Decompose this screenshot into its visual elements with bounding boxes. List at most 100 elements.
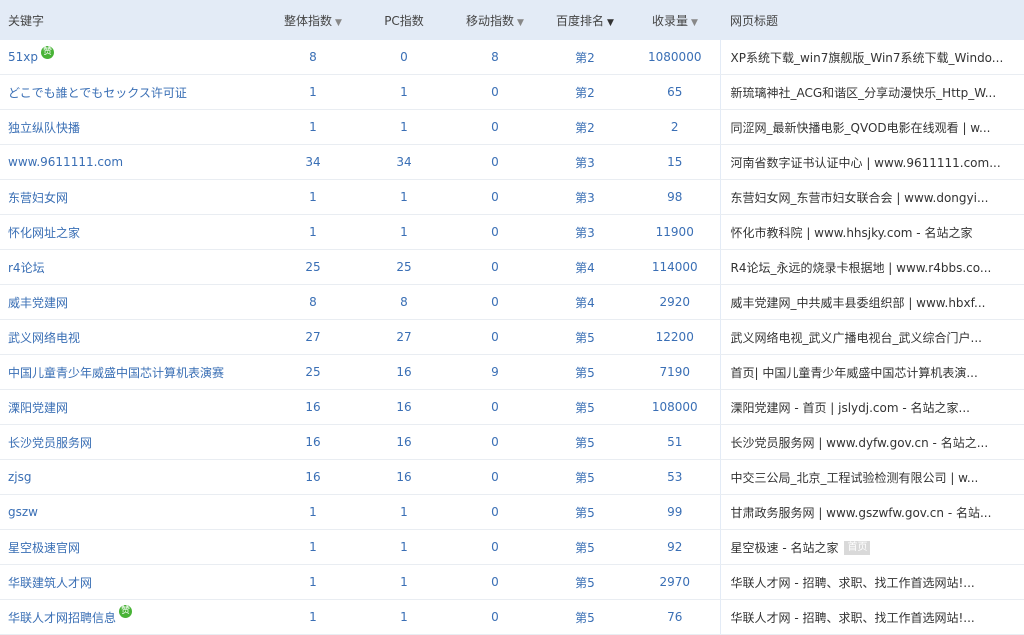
mobile-index-cell: 0 (450, 389, 540, 425)
mobile-index-cell: 9 (450, 354, 540, 390)
indexed-count-cell: 99 (630, 494, 720, 530)
keyword-link[interactable]: 51xp (8, 50, 38, 64)
indexed-count-cell: 98 (630, 179, 720, 215)
page-title-link[interactable]: 溧阳党建网 - 首页 | jslydj.com - 名站之家... (731, 401, 970, 415)
page-title-link[interactable]: 华联人才网 - 招聘、求职、找工作首选网站!... (731, 611, 975, 625)
keyword-link[interactable]: www.9611111.com (8, 155, 123, 169)
keyword-link[interactable]: 东营妇女网 (8, 191, 68, 205)
keyword-cell: gszw (0, 494, 268, 530)
table-row: 武义网络电视 27 27 0 第5 12200 武义网络电视_武义广播电视台_武义综合门户.… (0, 319, 1024, 355)
keyword-link[interactable]: 长沙党员服务网 (8, 436, 92, 450)
mobile-index-cell: 0 (450, 179, 540, 215)
keyword-link[interactable]: zjsg (8, 470, 32, 484)
indexed-count-cell: 2920 (630, 284, 720, 320)
page-title-link[interactable]: 长沙党员服务网 | www.dyfw.gov.cn - 名站之... (731, 436, 989, 450)
col-indexed[interactable]: 收录量 ▼ (630, 0, 720, 40)
indexed-count-cell: 7190 (630, 354, 720, 390)
keyword-link[interactable]: 怀化网址之家 (8, 226, 80, 240)
keyword-cell: r4论坛 (0, 249, 268, 285)
page-title-link[interactable]: 华联人才网 - 招聘、求职、找工作首选网站!... (731, 576, 975, 590)
page-title-link[interactable]: 怀化市教科院 | www.hhsjky.com - 名站之家 (731, 226, 973, 240)
overall-index-cell: 27 (268, 319, 358, 355)
pc-index-cell: 1 (358, 214, 450, 250)
pc-index-cell: 1 (358, 599, 450, 635)
table-row: 溧阳党建网 16 16 0 第5 108000 溧阳党建网 - 首页 | jslydj.co… (0, 389, 1024, 425)
col-page-title: 网页标题 (720, 0, 1024, 40)
keyword-link[interactable]: 武义网络电视 (8, 331, 80, 345)
page-title-link[interactable]: 武义网络电视_武义广播电视台_武义综合门户... (731, 331, 982, 345)
indexed-count-cell: 1080000 (630, 40, 720, 75)
overall-index-cell: 1 (268, 494, 358, 530)
keyword-link[interactable]: r4论坛 (8, 261, 45, 275)
page-title-link[interactable]: 星空极速 - 名站之家 (731, 541, 839, 555)
pc-index-cell: 0 (358, 40, 450, 75)
mobile-index-cell: 0 (450, 214, 540, 250)
table-row: 中国儿童青少年威盛中国芯计算机表演赛 25 16 9 第5 7190 首页| 中国儿童青少年… (0, 354, 1024, 390)
overall-index-cell: 34 (268, 144, 358, 180)
keyword-cell: 华联人才网招聘信息赞 (0, 599, 268, 635)
pc-index-cell: 1 (358, 74, 450, 110)
keyword-link[interactable]: 威丰党建网 (8, 296, 68, 310)
keyword-link[interactable]: 溧阳党建网 (8, 401, 68, 415)
overall-index-cell: 16 (268, 389, 358, 425)
indexed-count-cell: 51 (630, 424, 720, 460)
mobile-index-cell: 0 (450, 564, 540, 600)
pc-index-cell: 16 (358, 459, 450, 495)
page-title-link[interactable]: XP系统下载_win7旗舰版_Win7系统下载_Windo... (731, 51, 1004, 65)
pc-index-cell: 1 (358, 529, 450, 565)
indexed-count-cell: 15 (630, 144, 720, 180)
keyword-cell: www.9611111.com (0, 144, 268, 180)
col-overall-index[interactable]: 整体指数 ▼ (268, 0, 358, 40)
keyword-link[interactable]: 星空极速官网 (8, 541, 80, 555)
table-row: どこでも誰とでもセックス许可证 1 1 0 第2 65 新琉璃神社_ACG和谐区_分享动漫快… (0, 74, 1024, 110)
indexed-count-cell: 76 (630, 599, 720, 635)
praise-badge-icon: 赞 (119, 604, 133, 618)
sort-down-icon[interactable]: ▼ (517, 18, 524, 28)
overall-index-cell: 25 (268, 354, 358, 390)
keyword-link[interactable]: 华联人才网招聘信息 (8, 611, 116, 625)
col-pc-index: PC指数 (358, 0, 450, 40)
page-title-cell: 甘肃政务服务网 | www.gszwfw.gov.cn - 名站... (719, 494, 1024, 530)
page-title-link[interactable]: 甘肃政务服务网 | www.gszwfw.gov.cn - 名站... (731, 506, 992, 520)
mobile-index-cell: 8 (450, 40, 540, 75)
keyword-link[interactable]: 中国儿童青少年威盛中国芯计算机表演赛 (8, 366, 224, 380)
keyword-link[interactable]: 华联建筑人才网 (8, 576, 92, 590)
page-title-cell: 威丰党建网_中共威丰县委组织部 | www.hbxf... (719, 284, 1024, 320)
page-title-link[interactable]: 威丰党建网_中共威丰县委组织部 | www.hbxf... (731, 296, 986, 310)
keyword-link[interactable]: gszw (8, 505, 38, 519)
indexed-count-cell: 65 (630, 74, 720, 110)
sort-down-icon[interactable]: ▼ (607, 18, 614, 28)
page-title-link[interactable]: 同涩网_最新快播电影_QVOD电影在线观看 | w... (731, 121, 991, 135)
keyword-link[interactable]: 独立纵队快播 (8, 121, 80, 135)
page-title-cell: 河南省数字证书认证中心 | www.9611111.com... (719, 144, 1024, 180)
page-title-cell: 怀化市教科院 | www.hhsjky.com - 名站之家 (719, 214, 1024, 250)
page-title-link[interactable]: R4论坛_永远的烧录卡根据地 | www.r4bbs.co... (731, 261, 992, 275)
keyword-cell: 溧阳党建网 (0, 389, 268, 425)
page-title-link[interactable]: 东营妇女网_东营市妇女联合会 | www.dongyi... (731, 191, 989, 205)
page-title-cell: 华联人才网 - 招聘、求职、找工作首选网站!... (719, 599, 1024, 635)
keyword-link[interactable]: どこでも誰とでもセックス许可证 (8, 86, 187, 100)
table-header: 关键字 整体指数 ▼ PC指数 移动指数 ▼ 百度排名 ▼ 收录量 ▼ 网页标题 (0, 0, 1024, 40)
mobile-index-cell: 0 (450, 424, 540, 460)
sort-down-icon[interactable]: ▼ (691, 18, 698, 28)
col-mobile-index[interactable]: 移动指数 ▼ (450, 0, 540, 40)
table-row: 威丰党建网 8 8 0 第4 2920 威丰党建网_中共威丰县委组织部 | www.hbxf… (0, 284, 1024, 320)
keyword-cell: 华联建筑人才网 (0, 564, 268, 600)
page-title-link[interactable]: 中交三公局_北京_工程试验检测有限公司 | w... (731, 471, 979, 485)
overall-index-cell: 8 (268, 40, 358, 75)
page-title-link[interactable]: 新琉璃神社_ACG和谐区_分享动漫快乐_Http_W... (731, 86, 997, 100)
page-title-cell: XP系统下载_win7旗舰版_Win7系统下载_Windo... (719, 40, 1024, 75)
overall-index-cell: 16 (268, 424, 358, 460)
baidu-rank-cell: 第4 (540, 284, 630, 320)
page-title-link[interactable]: 河南省数字证书认证中心 | www.9611111.com... (731, 156, 1001, 170)
overall-index-cell: 1 (268, 599, 358, 635)
overall-index-cell: 16 (268, 459, 358, 495)
indexed-count-cell: 12200 (630, 319, 720, 355)
page-title-link[interactable]: 首页| 中国儿童青少年威盛中国芯计算机表演... (731, 366, 978, 380)
col-baidu-rank[interactable]: 百度排名 ▼ (540, 0, 630, 40)
table-body: 51xp 赞 8 0 8 第2 1080000 XP系统下载_win7旗舰版_Win7系统下载… (0, 40, 1024, 635)
sort-down-icon[interactable]: ▼ (335, 18, 342, 28)
pc-index-cell: 27 (358, 319, 450, 355)
mobile-index-cell: 0 (450, 494, 540, 530)
indexed-count-cell: 114000 (630, 249, 720, 285)
